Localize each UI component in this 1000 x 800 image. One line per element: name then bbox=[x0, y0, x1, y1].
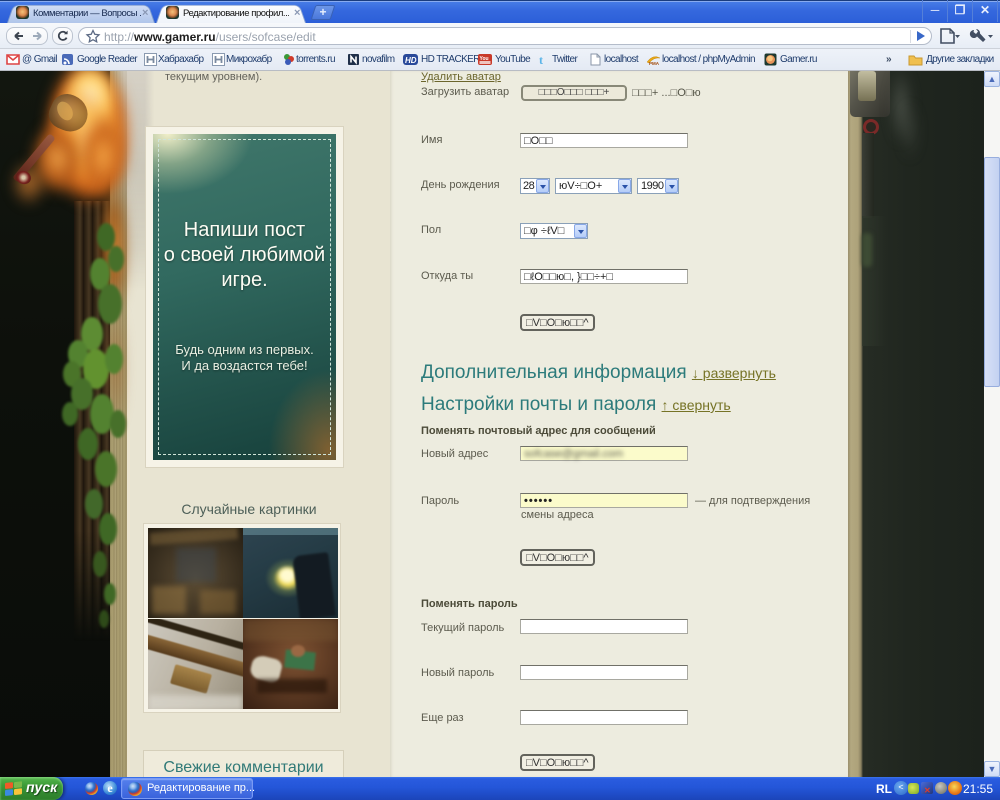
svg-text:PMA: PMA bbox=[649, 61, 660, 66]
svg-text:HD: HD bbox=[405, 56, 417, 65]
svg-text:t: t bbox=[539, 53, 543, 66]
